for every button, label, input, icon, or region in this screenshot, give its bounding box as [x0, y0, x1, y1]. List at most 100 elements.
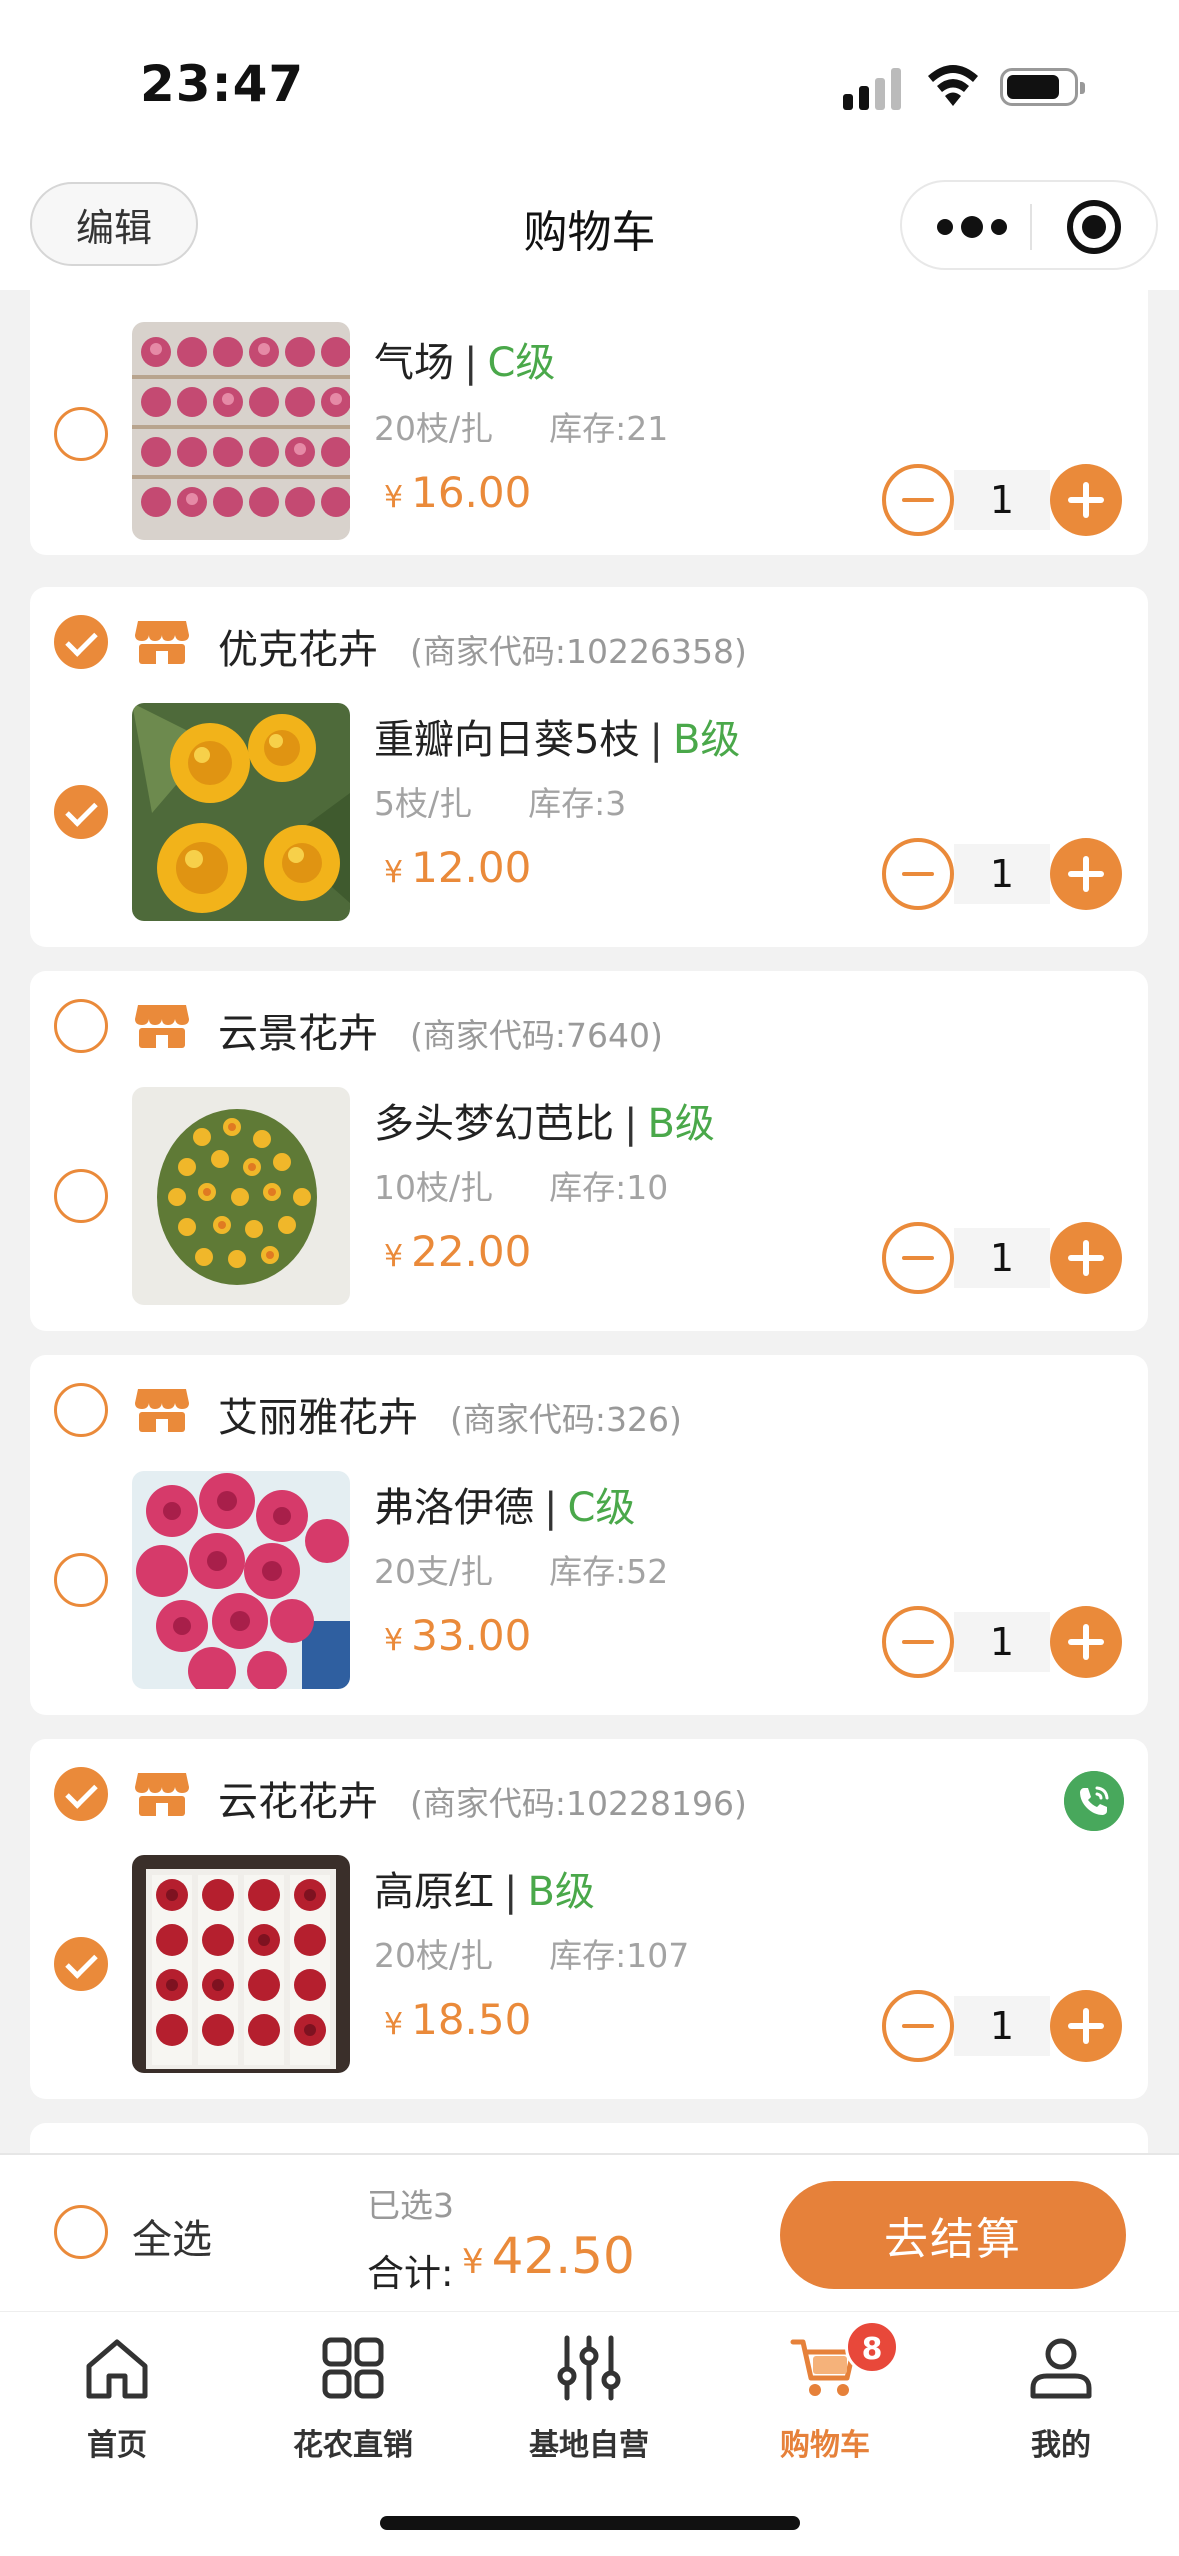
- product-price: ¥33.00: [384, 1611, 532, 1660]
- product-name[interactable]: 弗洛伊德 | C级: [374, 1475, 635, 1533]
- quantity-value[interactable]: 1: [954, 844, 1050, 904]
- product-stock: 库存:10: [549, 1168, 669, 1207]
- product-image[interactable]: [132, 703, 350, 921]
- cart-list[interactable]: 气场 | C级 20枝/扎 库存:21 ¥16.00 1 优克花卉 (商家代码:102…: [0, 290, 1179, 2153]
- tab-base-operated[interactable]: 基地自营: [489, 2322, 689, 2472]
- shop-checkbox[interactable]: [54, 1383, 108, 1437]
- quantity-value[interactable]: 1: [954, 1612, 1050, 1672]
- item-checkbox[interactable]: [54, 785, 108, 839]
- grid-icon: [322, 2337, 384, 2399]
- product-spec: 10枝/扎 库存:10: [374, 1168, 669, 1207]
- product-name[interactable]: 多头梦幻芭比 | B级: [374, 1091, 715, 1149]
- quantity-stepper: 1: [882, 838, 1122, 910]
- phone-icon[interactable]: [1064, 1771, 1124, 1831]
- cellular-signal-icon: [843, 68, 905, 110]
- product-price: ¥16.00: [384, 468, 532, 517]
- more-icon[interactable]: [937, 210, 1007, 244]
- tab-label: 购物车: [780, 2428, 870, 2463]
- product-grade: C级: [567, 1485, 636, 1531]
- shop-checkbox[interactable]: [54, 615, 108, 669]
- product-name[interactable]: 高原红 | B级: [374, 1859, 595, 1917]
- increase-button[interactable]: [1050, 1222, 1122, 1294]
- home-indicator[interactable]: [380, 2516, 800, 2530]
- product-spec: 20枝/扎 库存:21: [374, 409, 669, 448]
- tab-farmer-direct[interactable]: 花农直销: [253, 2322, 453, 2472]
- quantity-stepper: 1: [882, 1222, 1122, 1294]
- tab-label: 我的: [1031, 2428, 1091, 2463]
- product-grade: B级: [527, 1869, 595, 1915]
- cart-card: 云花花卉 (商家代码:10228196) 高原红 | B级 20枝/扎 库存:1…: [30, 1739, 1148, 2099]
- decrease-button[interactable]: [882, 464, 954, 536]
- quantity-stepper: 1: [882, 1990, 1122, 2062]
- decrease-button[interactable]: [882, 1990, 954, 2062]
- decrease-button[interactable]: [882, 1222, 954, 1294]
- product-image[interactable]: [132, 1855, 350, 2073]
- decrease-button[interactable]: [882, 838, 954, 910]
- product-price: ¥22.00: [384, 1227, 532, 1276]
- product-stock: 库存:21: [549, 409, 669, 448]
- status-bar: 23:47: [0, 0, 1179, 170]
- shop-checkbox[interactable]: [54, 1767, 108, 1821]
- quantity-stepper: 1: [882, 464, 1122, 536]
- status-time: 23:47: [140, 55, 305, 113]
- shop-code: (商家代码:10226358): [410, 632, 747, 671]
- item-checkbox[interactable]: [54, 1553, 108, 1607]
- shop-icon: [135, 1005, 189, 1048]
- product-spec: 20枝/扎 库存:107: [374, 1936, 690, 1975]
- shop-icon: [135, 1389, 189, 1432]
- sliders-icon: [557, 2335, 621, 2401]
- tab-home[interactable]: 首页: [17, 2322, 217, 2472]
- increase-button[interactable]: [1050, 1990, 1122, 2062]
- product-stock: 库存:107: [549, 1936, 690, 1975]
- tab-label: 首页: [87, 2428, 147, 2463]
- cart-card: 艾丽雅花卉 (商家代码:326) 弗洛伊德 | C级 20支/扎 库存:52 ¥…: [30, 1355, 1148, 1715]
- product-price: ¥18.50: [384, 1995, 532, 2044]
- shop-icon: [135, 1773, 189, 1816]
- select-all-label[interactable]: 全选: [132, 2207, 212, 2265]
- decrease-button[interactable]: [882, 1606, 954, 1678]
- shop-name[interactable]: 艾丽雅花卉: [218, 1385, 418, 1443]
- item-checkbox[interactable]: [54, 407, 108, 461]
- quantity-value[interactable]: 1: [954, 1996, 1050, 2056]
- shop-checkbox[interactable]: [54, 999, 108, 1053]
- shop-name[interactable]: 优克花卉: [218, 617, 378, 675]
- quantity-value[interactable]: 1: [954, 470, 1050, 530]
- edit-button[interactable]: 编辑: [30, 182, 198, 266]
- product-name[interactable]: 重瓣向日葵5枝 | B级: [374, 707, 740, 765]
- product-image[interactable]: [132, 322, 350, 540]
- quantity-value[interactable]: 1: [954, 1228, 1050, 1288]
- product-grade: B级: [672, 717, 741, 763]
- close-miniprogram-icon[interactable]: [1067, 200, 1121, 254]
- cart-count-badge: 8: [845, 2320, 899, 2374]
- tab-mine[interactable]: 我的: [961, 2322, 1161, 2472]
- battery-icon: [1000, 68, 1085, 106]
- cart-card: 云景花卉 (商家代码:7640) 多头梦幻芭比|B级 10枝/扎库存:10: [30, 971, 1148, 1331]
- wifi-icon: [928, 65, 978, 106]
- increase-button[interactable]: [1050, 838, 1122, 910]
- cart-card: 气场 | C级 20枝/扎 库存:21 ¥16.00 1: [30, 290, 1148, 555]
- product-image[interactable]: [132, 1471, 350, 1689]
- increase-button[interactable]: [1050, 464, 1122, 536]
- product-stock: 库存:3: [528, 784, 627, 823]
- shop-name[interactable]: 云景花卉: [218, 1001, 378, 1059]
- increase-button[interactable]: [1050, 1606, 1122, 1678]
- shop-code: (商家代码:10228196): [410, 1784, 747, 1823]
- product-grade: B级: [647, 1101, 715, 1147]
- total-amount: ¥42.50: [462, 2227, 635, 2285]
- product-name[interactable]: 气场 | C级: [374, 330, 555, 388]
- checkout-button[interactable]: 去结算: [780, 2181, 1126, 2289]
- shop-code: (商家代码:326): [450, 1400, 682, 1439]
- shop-icon: [135, 621, 189, 664]
- tab-cart[interactable]: 8 购物车: [725, 2320, 925, 2472]
- user-icon: [1030, 2338, 1092, 2399]
- product-image[interactable]: [132, 1087, 350, 1305]
- shop-name[interactable]: 云花花卉: [218, 1769, 378, 1827]
- select-all-checkbox[interactable]: [54, 2205, 108, 2259]
- capsule-divider: [1030, 204, 1032, 250]
- cart-card: 优克花卉 (商家代码:10226358) 重瓣向日葵5枝 | B级 5枝/扎 库存:3…: [30, 587, 1148, 947]
- item-checkbox[interactable]: [54, 1169, 108, 1223]
- item-checkbox[interactable]: [54, 1937, 108, 1991]
- quantity-stepper: 1: [882, 1606, 1122, 1678]
- home-icon: [86, 2339, 148, 2399]
- product-grade: C级: [487, 340, 556, 386]
